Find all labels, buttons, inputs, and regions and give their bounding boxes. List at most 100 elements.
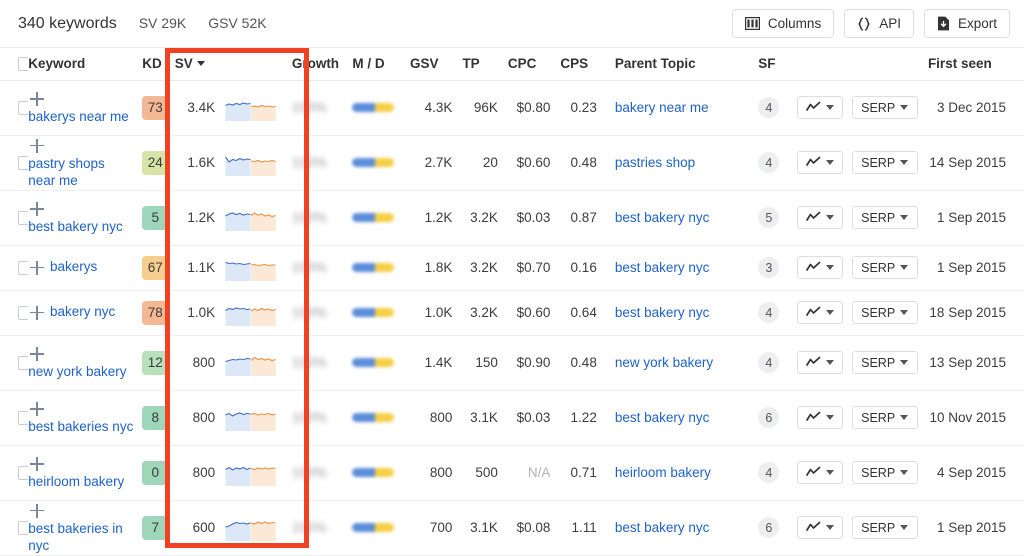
- cps-cell: 1.22: [560, 390, 607, 446]
- growth-cell: 100%: [291, 390, 353, 446]
- add-keyword-icon[interactable]: [28, 400, 46, 418]
- sv-cell: 3.4K: [174, 80, 226, 136]
- add-keyword-icon[interactable]: [28, 455, 46, 473]
- keyword-link[interactable]: new york bakery: [28, 363, 126, 380]
- keyword-link[interactable]: best bakeries nyc: [28, 418, 133, 435]
- metrics-chart-dropdown[interactable]: [796, 151, 843, 174]
- parent-topic-link[interactable]: best bakery nyc: [615, 210, 710, 225]
- header-sf[interactable]: SF: [758, 48, 797, 81]
- add-keyword-icon[interactable]: [28, 304, 46, 322]
- api-button[interactable]: API: [844, 9, 914, 38]
- header-kd[interactable]: KD: [134, 48, 175, 81]
- line-chart-icon: [805, 306, 821, 320]
- table-row[interactable]: best bakeries nyc 8 800 100% 800 3.1K $0…: [0, 390, 1024, 446]
- parent-topic-link[interactable]: heirloom bakery: [615, 465, 711, 480]
- serp-dropdown[interactable]: SERP: [851, 351, 918, 374]
- metrics-chart-dropdown[interactable]: [796, 301, 843, 324]
- columns-button[interactable]: Columns: [731, 9, 835, 38]
- parent-topic-cell: pastries shop: [606, 135, 759, 191]
- header-gsv[interactable]: GSV: [409, 48, 463, 81]
- parent-topic-link[interactable]: pastries shop: [615, 155, 695, 170]
- summary-stats: 340 keywords SV 29K GSV 52K: [18, 15, 267, 33]
- parent-topic-link[interactable]: bakery near me: [615, 100, 709, 115]
- md-cell: [352, 80, 410, 136]
- metrics-chart-dropdown[interactable]: [796, 256, 843, 279]
- parent-topic-link[interactable]: best bakery nyc: [615, 305, 710, 320]
- header-keyword[interactable]: Keyword: [28, 48, 135, 81]
- header-first-seen[interactable]: First seen: [927, 48, 1024, 81]
- serp-dropdown[interactable]: SERP: [851, 151, 918, 174]
- metrics-chart-dropdown[interactable]: [796, 516, 843, 539]
- table-row[interactable]: best bakeries in nyc 7 600 100% 700 3.1K…: [0, 500, 1024, 556]
- kd-cell: 73: [134, 80, 175, 136]
- first-seen-cell: 4 Sep 2015: [927, 445, 1024, 501]
- keyword-link[interactable]: bakery nyc: [50, 303, 115, 320]
- keyword-link[interactable]: bakerys near me: [28, 108, 129, 125]
- sv-cell: 1.2K: [174, 190, 226, 246]
- header-sv[interactable]: SV: [174, 48, 226, 81]
- header-tp[interactable]: TP: [462, 48, 508, 81]
- add-keyword-icon[interactable]: [28, 90, 46, 108]
- parent-topic-link[interactable]: best bakery nyc: [615, 520, 710, 535]
- header-growth[interactable]: Growth: [291, 48, 353, 81]
- serp-dropdown[interactable]: SERP: [851, 256, 918, 279]
- sv-sparkline: [225, 150, 292, 176]
- sf-cell: 3: [758, 245, 797, 291]
- header-cpc[interactable]: CPC: [507, 48, 561, 81]
- chevron-down-icon: [900, 215, 909, 220]
- serp-dropdown[interactable]: SERP: [851, 406, 918, 429]
- kd-badge: 8: [142, 405, 169, 430]
- md-cell: [352, 390, 410, 446]
- parent-topic-link[interactable]: best bakery nyc: [615, 260, 710, 275]
- parent-topic-link[interactable]: new york bakery: [615, 355, 713, 370]
- add-keyword-icon[interactable]: [28, 200, 46, 218]
- metrics-chart-dropdown[interactable]: [796, 206, 843, 229]
- mobile-desktop-bar: [352, 103, 395, 112]
- serp-dropdown[interactable]: SERP: [851, 301, 918, 324]
- table-row[interactable]: bakerys near me 73 3.4K 100% 4.3K 96K $0…: [0, 80, 1024, 136]
- header-parent-topic[interactable]: Parent Topic: [606, 48, 759, 81]
- metrics-chart-dropdown[interactable]: [796, 461, 843, 484]
- add-keyword-icon[interactable]: [28, 259, 46, 277]
- export-button[interactable]: Export: [923, 9, 1010, 38]
- cpc-cell: $0.90: [507, 335, 561, 391]
- keyword-cell: new york bakery: [28, 335, 135, 391]
- serp-dropdown[interactable]: SERP: [851, 96, 918, 119]
- add-keyword-icon[interactable]: [28, 345, 46, 363]
- serp-dropdown[interactable]: SERP: [851, 516, 918, 539]
- add-keyword-icon[interactable]: [28, 137, 46, 155]
- table-row[interactable]: pastry shops near me 24 1.6K 100% 2.7K 2…: [0, 135, 1024, 191]
- chevron-down-icon: [900, 470, 909, 475]
- keyword-link[interactable]: best bakeries in nyc: [28, 520, 134, 554]
- table-row[interactable]: bakery nyc 78 1.0K 100% 1.0K 3.2K $0.60 …: [0, 290, 1024, 336]
- add-keyword-icon[interactable]: [28, 502, 46, 520]
- metrics-chart-dropdown[interactable]: [796, 96, 843, 119]
- parent-topic-link[interactable]: best bakery nyc: [615, 410, 710, 425]
- sf-count-badge: 6: [758, 517, 780, 538]
- metrics-chart-dropdown[interactable]: [796, 406, 843, 429]
- cpc-cell: $0.70: [507, 245, 561, 291]
- serp-dropdown[interactable]: SERP: [851, 461, 918, 484]
- keyword-link[interactable]: best bakery nyc: [28, 218, 123, 235]
- keyword-link[interactable]: heirloom bakery: [28, 473, 124, 490]
- growth-cell: 100%: [291, 190, 353, 246]
- tp-cell: 20: [462, 135, 508, 191]
- header-md[interactable]: M / D: [352, 48, 410, 81]
- table-row[interactable]: new york bakery 12 800 100% 1.4K 150 $0.…: [0, 335, 1024, 391]
- sv-total: SV 29K: [138, 14, 187, 31]
- sv-cell: 1.6K: [174, 135, 226, 191]
- gsv-cell: 4.3K: [409, 80, 463, 136]
- header-cps[interactable]: CPS: [560, 48, 607, 81]
- keyword-link[interactable]: pastry shops near me: [28, 155, 134, 189]
- header-row-controls: [796, 48, 928, 81]
- table-row[interactable]: heirloom bakery 0 800 100% 800 500 N/A 0…: [0, 445, 1024, 501]
- row-controls-cell: SERP: [796, 135, 928, 191]
- sv-sparkline-cell: [225, 445, 292, 501]
- header-cpc-label: CPC: [507, 56, 537, 72]
- table-row[interactable]: bakerys 67 1.1K 100% 1.8K 3.2K $0.70 0.1…: [0, 245, 1024, 291]
- metrics-chart-dropdown[interactable]: [796, 351, 843, 374]
- keyword-link[interactable]: bakerys: [50, 258, 97, 275]
- select-all-header: [0, 48, 32, 81]
- serp-dropdown[interactable]: SERP: [851, 206, 918, 229]
- table-row[interactable]: best bakery nyc 5 1.2K 100% 1.2K 3.2K $0…: [0, 190, 1024, 246]
